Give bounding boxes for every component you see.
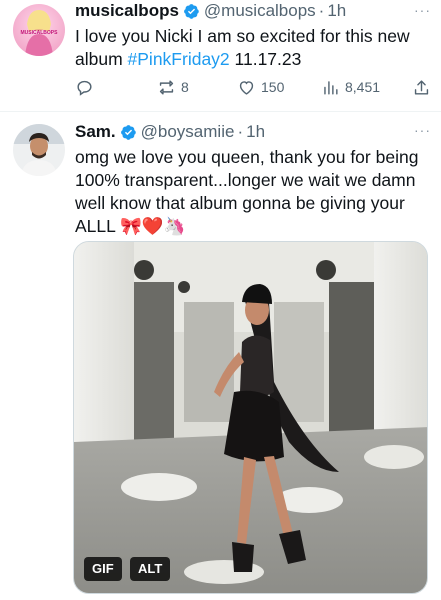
display-name[interactable]: Sam. <box>75 122 116 142</box>
tweet-text: omg we love you queen, thank you for bei… <box>75 147 419 236</box>
gif-badge: GIF <box>84 557 122 581</box>
tweet-header: Sam. @boysamiie · 1h <box>75 121 265 143</box>
avatar-image <box>13 124 65 176</box>
more-options-icon[interactable]: ··· <box>414 122 431 138</box>
avatar[interactable] <box>13 124 65 176</box>
tweet-boysamiie[interactable]: Sam. @boysamiie · 1h ··· omg we love you… <box>0 0 441 600</box>
separator-dot: · <box>237 122 244 141</box>
alt-text-button[interactable]: ALT <box>130 557 171 581</box>
timestamp[interactable]: 1h <box>246 122 265 142</box>
gif-preview-image <box>74 242 427 593</box>
verified-badge-icon[interactable] <box>120 124 137 141</box>
user-handle[interactable]: @boysamiie <box>141 122 235 142</box>
gif-media[interactable]: GIF ALT <box>73 241 428 594</box>
